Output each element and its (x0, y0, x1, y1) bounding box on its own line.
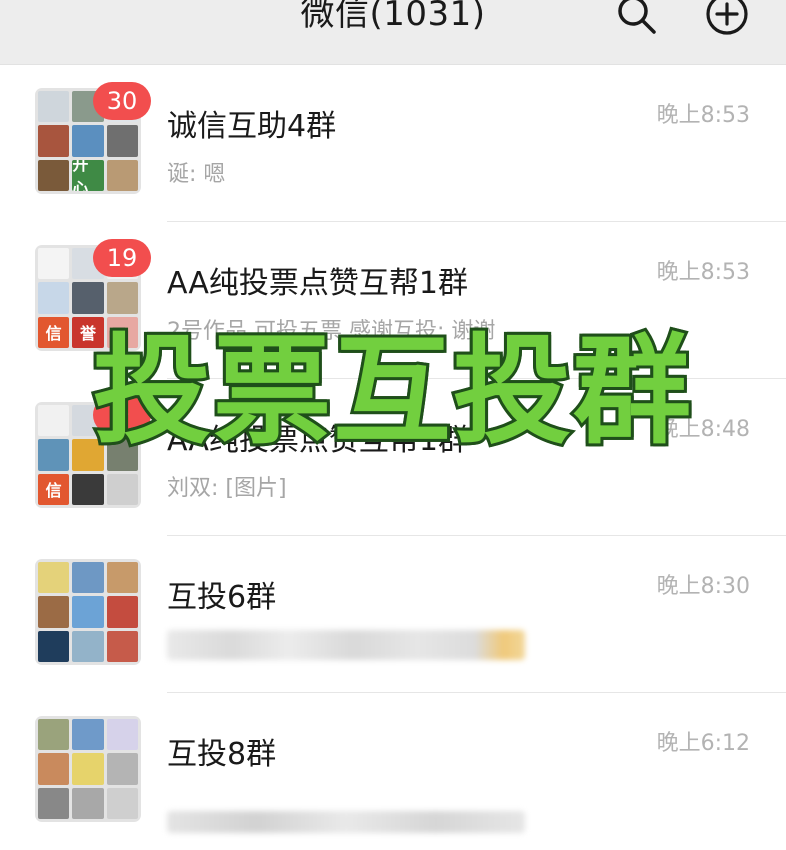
avatar-tile (106, 719, 138, 751)
overlay-title: 投票互投群 (90, 322, 694, 460)
avatar-tile (38, 248, 70, 280)
chat-preview: 诞: 嗯 (167, 162, 226, 187)
avatar-tile (38, 282, 70, 314)
avatar-tile (72, 596, 104, 628)
chat-time: 晚上8:53 (656, 260, 750, 285)
chat-time: 晚上6:12 (656, 731, 750, 756)
avatar-tile (38, 125, 70, 157)
chat-name: AA纯投票点赞互帮1群 (167, 266, 468, 301)
avatar-tile: 开心 (72, 159, 104, 191)
plus-circle-icon[interactable] (703, 0, 751, 38)
chat-name: 互投8群 (167, 737, 277, 772)
chat-item[interactable]: 互投8群 晚上6:12 (0, 693, 786, 850)
unread-badge: 30 (93, 82, 151, 120)
avatar-tile (38, 596, 70, 628)
avatar-tile (38, 159, 70, 191)
avatar-tile (72, 282, 104, 314)
search-icon[interactable] (612, 0, 660, 38)
chat-name: 诚信互助4群 (167, 109, 337, 144)
avatar-tile (106, 753, 138, 785)
blurred-preview (167, 630, 525, 660)
avatar-tile (38, 91, 70, 123)
avatar-tile (106, 562, 138, 594)
avatar-tile (38, 753, 70, 785)
avatar-tile (106, 630, 138, 662)
avatar-tile (38, 562, 70, 594)
avatar-tile (106, 125, 138, 157)
avatar-tile (106, 159, 138, 191)
avatar-tile (72, 125, 104, 157)
chat-name: 互投6群 (167, 580, 277, 615)
avatar-tile (72, 753, 104, 785)
avatar-tile (72, 562, 104, 594)
app-header: 微信(1031) (0, 0, 786, 65)
avatar-tile (106, 787, 138, 819)
avatar-tile (72, 630, 104, 662)
chat-time: 晚上8:53 (656, 103, 750, 128)
avatar-tile (72, 719, 104, 751)
group-avatar (35, 716, 141, 822)
chat-item[interactable]: 开心 30 诚信互助4群 晚上8:53 诞: 嗯 (0, 65, 786, 222)
avatar-tile (72, 473, 104, 505)
chat-time: 晚上8:30 (656, 574, 750, 599)
avatar-tile (38, 787, 70, 819)
group-avatar (35, 559, 141, 665)
blurred-preview (167, 811, 525, 833)
avatar-tile (106, 596, 138, 628)
avatar-tile (106, 282, 138, 314)
avatar-tile (106, 473, 138, 505)
avatar-tile (38, 630, 70, 662)
page-title: 微信(1031) (300, 0, 486, 34)
chat-item[interactable]: 互投6群 晚上8:30 (0, 536, 786, 693)
unread-badge: 19 (93, 239, 151, 277)
chat-preview: 刘双: [图片] (167, 476, 287, 501)
avatar-tile (72, 787, 104, 819)
avatar-tile: 信 (38, 473, 70, 505)
avatar-tile (38, 719, 70, 751)
